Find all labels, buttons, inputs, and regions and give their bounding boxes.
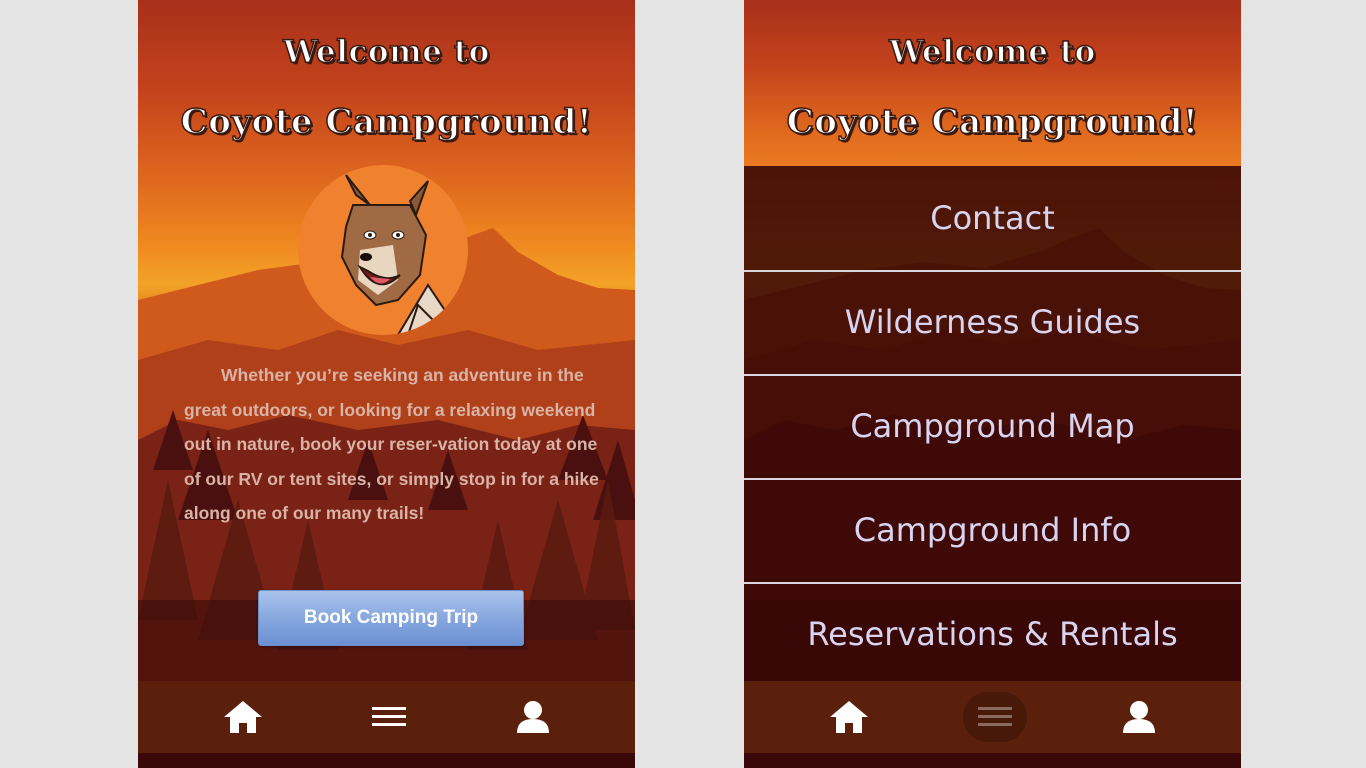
- home-icon[interactable]: [824, 681, 874, 753]
- coyote-mascot-logo: [298, 165, 468, 335]
- menu-item-campground-info[interactable]: Campground Info: [744, 478, 1241, 584]
- title-line-1: Welcome to: [888, 33, 1096, 71]
- nav-bottom-strip: [744, 753, 1241, 768]
- title-line-2: Coyote Campground!: [180, 101, 593, 143]
- home-icon[interactable]: [218, 681, 268, 753]
- menu-item-campground-map[interactable]: Campground Map: [744, 374, 1241, 480]
- menu-item-reservations-rentals[interactable]: Reservations & Rentals: [744, 582, 1241, 686]
- menu-open-screen: Welcome to Coyote Campground! Contact Wi…: [744, 0, 1241, 768]
- user-profile-icon[interactable]: [508, 681, 558, 753]
- user-profile-icon[interactable]: [1114, 681, 1164, 753]
- title-line-2: Coyote Campground!: [786, 101, 1199, 143]
- book-camping-trip-button[interactable]: Book Camping Trip: [258, 590, 524, 646]
- home-screen: Welcome to Coyote Campground! Whether yo…: [138, 0, 635, 768]
- nav-bottom-strip: [138, 753, 635, 768]
- hamburger-menu-icon[interactable]: [970, 681, 1020, 753]
- menu-item-contact[interactable]: Contact: [744, 166, 1241, 272]
- navigation-menu-overlay: Contact Wilderness Guides Campground Map…: [744, 166, 1241, 681]
- menu-item-wilderness-guides[interactable]: Wilderness Guides: [744, 270, 1241, 376]
- title-line-1: Welcome to: [282, 33, 490, 71]
- bottom-navigation-bar: [744, 681, 1241, 753]
- hamburger-menu-icon[interactable]: [364, 681, 414, 753]
- intro-paragraph: Whether you’re seeking an adventure in t…: [184, 365, 599, 523]
- bottom-navigation-bar: [138, 681, 635, 753]
